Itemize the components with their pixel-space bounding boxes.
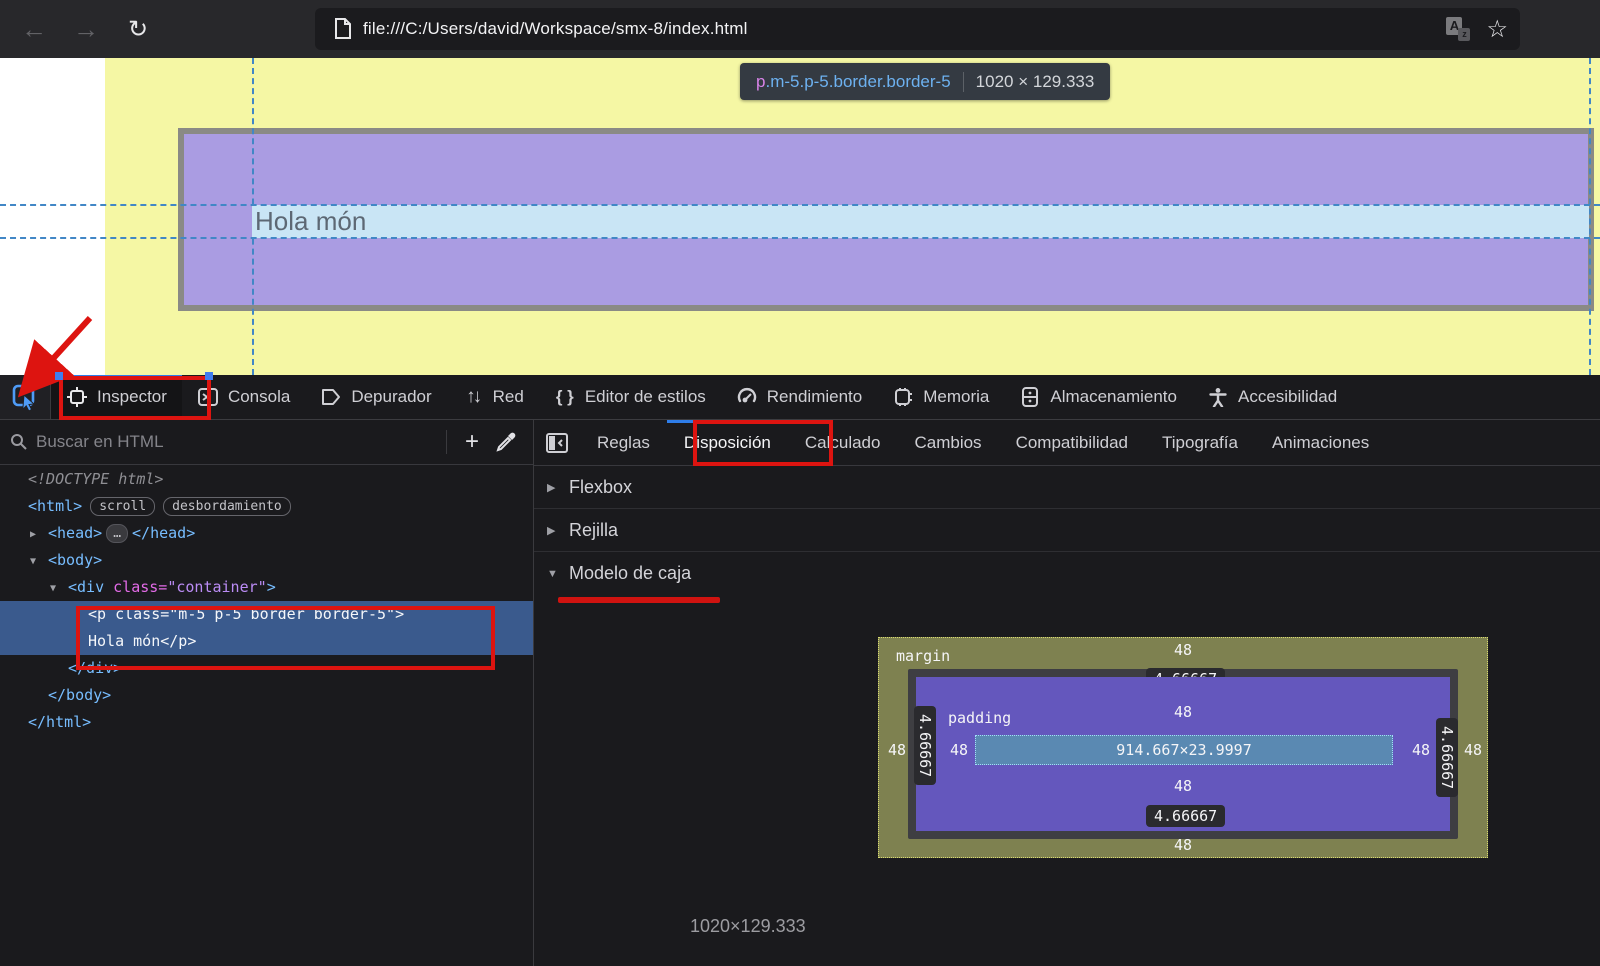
search-input[interactable] — [36, 432, 438, 452]
content-size-value[interactable]: 914.667×23.9997 — [1116, 741, 1251, 759]
pick-element-icon — [11, 383, 39, 411]
url-bar[interactable]: file:///C:/Users/david/Workspace/smx-8/i… — [315, 8, 1520, 50]
margin-top-value[interactable]: 48 — [878, 641, 1488, 659]
tab-animations[interactable]: Animaciones — [1255, 420, 1386, 465]
tree-doctype[interactable]: <!DOCTYPE html> — [0, 466, 533, 493]
tree-html[interactable]: <html>scrolldesbordamiento — [0, 493, 533, 520]
tab-storage[interactable]: Almacenamiento — [1004, 375, 1192, 419]
tab-fonts[interactable]: Tipografía — [1145, 420, 1255, 465]
tab-inspector[interactable]: Inspector — [51, 375, 182, 419]
memory-icon — [892, 386, 914, 408]
html-search-bar: + — [0, 420, 533, 465]
translate-icon[interactable]: A z — [1446, 17, 1470, 41]
padding-top-value[interactable]: 48 — [916, 703, 1450, 721]
inspector-icon — [66, 386, 88, 408]
search-icon — [10, 433, 28, 451]
red-underline-boxmodel-annotation — [558, 597, 720, 603]
eyedropper-icon — [496, 432, 516, 452]
page-text: Hola món — [252, 206, 366, 237]
forward-icon[interactable]: → — [66, 9, 106, 49]
network-icon: ↑↓ — [462, 386, 484, 408]
ellipsis-badge[interactable]: … — [106, 524, 128, 543]
tree-div-container[interactable]: ▼<div class="container"> — [0, 574, 533, 601]
expand-icon: ▶ — [547, 524, 569, 537]
add-node-button[interactable]: + — [455, 425, 489, 459]
performance-icon — [736, 386, 758, 408]
markup-pane: + <!DOCTYPE html> <html>scrolldesbordami… — [0, 420, 533, 966]
sidebar-toggle-icon — [546, 433, 568, 453]
tree-head[interactable]: ▶<head>…</head> — [0, 520, 533, 547]
debugger-icon — [320, 386, 342, 408]
tooltip-classes: .m-5.p-5.border.border-5 — [765, 72, 950, 91]
tab-debugger[interactable]: Depurador — [305, 375, 446, 419]
html-tree: <!DOCTYPE html> <html>scrolldesbordamien… — [0, 466, 533, 736]
tab-compatibility[interactable]: Compatibilidad — [999, 420, 1145, 465]
boxmodel-content-region: 914.667×23.9997 — [975, 735, 1393, 765]
tab-computed[interactable]: Calculado — [788, 420, 898, 465]
tab-layout[interactable]: Disposición — [667, 420, 788, 465]
devtools-toolbar: Inspector Consola Depurador ↑↓ Red { } — [0, 375, 1600, 420]
tree-div-close[interactable]: </div> — [0, 655, 533, 682]
tree-body[interactable]: ▼<body> — [0, 547, 533, 574]
boxmodel-total-dimensions: 1020×129.333 — [690, 916, 880, 937]
tab-network[interactable]: ↑↓ Red — [447, 375, 539, 419]
margin-bottom-value[interactable]: 48 — [878, 836, 1488, 854]
page-viewport: Hola món p.m-5.p-5.border.border-5 1020 … — [0, 58, 1600, 375]
collapse-icon: ▼ — [547, 568, 569, 580]
search-separator — [446, 430, 447, 454]
storage-icon — [1019, 386, 1041, 408]
guide-line-right — [1589, 58, 1591, 375]
section-box-model[interactable]: ▼ Modelo de caja — [534, 552, 1600, 595]
page-icon — [333, 18, 353, 40]
tab-performance[interactable]: Rendimiento — [721, 375, 877, 419]
guide-line-bottom — [0, 237, 1600, 239]
margin-right-value[interactable]: 48 — [1458, 741, 1488, 759]
content-highlight: Hola món — [252, 205, 1589, 238]
back-icon[interactable]: ← — [14, 9, 54, 49]
url-text: file:///C:/Users/david/Workspace/smx-8/i… — [363, 19, 748, 39]
selected-node[interactable]: <p class="m-5 p-5 border border-5"> Hola… — [0, 601, 533, 655]
padding-left-value[interactable]: 48 — [944, 741, 974, 759]
browser-chrome: ← → ↻ file:///C:/Users/david/Workspace/s… — [0, 0, 1600, 58]
padding-right-value[interactable]: 48 — [1406, 741, 1436, 759]
border-bottom-value[interactable]: 4.66667 — [1146, 805, 1225, 827]
tab-console[interactable]: Consola — [182, 375, 305, 419]
console-icon — [197, 386, 219, 408]
badge-overflow[interactable]: desbordamiento — [163, 497, 291, 516]
bookmark-star-icon[interactable]: ☆ — [1486, 15, 1508, 44]
highlighter-tooltip: p.m-5.p-5.border.border-5 1020 × 129.333 — [740, 63, 1110, 100]
tab-accessibility[interactable]: Accesibilidad — [1192, 375, 1352, 419]
accessibility-icon — [1207, 386, 1229, 408]
expand-icon: ▶ — [547, 481, 569, 494]
collapse-icon[interactable]: ▼ — [30, 548, 48, 575]
pick-element-button[interactable] — [0, 375, 50, 419]
border-left-value[interactable]: 4.66667 — [914, 706, 936, 785]
expand-icon[interactable]: ▶ — [30, 521, 48, 548]
tab-changes[interactable]: Cambios — [897, 420, 998, 465]
sidebar-tabs: Reglas Disposición Calculado Cambios Com… — [534, 420, 1600, 466]
tooltip-divider — [963, 72, 964, 92]
reload-icon[interactable]: ↻ — [118, 9, 158, 49]
guide-line-top — [0, 204, 1600, 206]
style-editor-icon: { } — [554, 386, 576, 408]
badge-scroll[interactable]: scroll — [90, 497, 155, 516]
padding-bottom-value[interactable]: 48 — [916, 777, 1450, 795]
tab-memory[interactable]: Memoria — [877, 375, 1004, 419]
collapse-icon[interactable]: ▼ — [50, 575, 68, 602]
section-flexbox[interactable]: ▶ Flexbox — [534, 466, 1600, 509]
tree-html-close[interactable]: </html> — [0, 709, 533, 736]
tree-body-close[interactable]: </body> — [0, 682, 533, 709]
margin-left-value[interactable]: 48 — [882, 741, 912, 759]
sidebar-toggle-button[interactable] — [534, 420, 580, 465]
section-grid[interactable]: ▶ Rejilla — [534, 509, 1600, 552]
screen: ← → ↻ file:///C:/Users/david/Workspace/s… — [0, 0, 1600, 966]
tab-rules[interactable]: Reglas — [580, 420, 667, 465]
annotation-handle — [205, 372, 213, 380]
annotation-handle — [55, 372, 63, 380]
eyedropper-button[interactable] — [489, 425, 523, 459]
tab-style-editor[interactable]: { } Editor de estilos — [539, 375, 721, 419]
tooltip-dimensions: 1020 × 129.333 — [976, 72, 1095, 92]
